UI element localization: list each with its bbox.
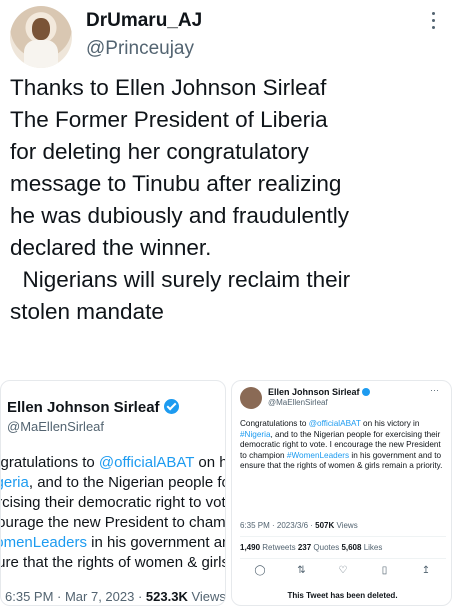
right-shot-avatar xyxy=(240,387,262,409)
left-shot-body: Congratulations to @officialABAT on his … xyxy=(0,453,226,573)
verified-icon xyxy=(163,399,179,414)
left-shot-line: #Nigeria, and to the Nigerian people fo xyxy=(1,474,226,491)
right-shot-body: Congratulations to @officialABAT on his … xyxy=(240,419,446,472)
left-shot-line: Congratulations to @officialABAT on his … xyxy=(0,454,225,471)
left-shot-line: exercising their democratic right to vot… xyxy=(1,494,226,511)
author-name[interactable]: DrUmaru_AJ xyxy=(86,10,202,32)
author-handle[interactable]: @Princeujay xyxy=(86,38,194,60)
right-shot-stats: 1,490 Retweets 237 Quotes 5,608 Likes xyxy=(240,543,383,552)
right-screenshot-image: Ellen Johnson Sirleaf @MaEllenSirleaf ··… xyxy=(231,380,452,606)
left-shot-meta: 6:35 PM · Mar 7, 2023 · 523.3K Views xyxy=(5,589,226,604)
share-icon: ↥ xyxy=(421,565,431,576)
verified-icon xyxy=(361,388,370,396)
reply-icon: ◯ xyxy=(254,565,266,576)
divider xyxy=(240,558,446,559)
left-shot-line: encourage the new President to champio xyxy=(1,514,226,531)
body-link: #WomenLeaders xyxy=(286,450,350,460)
avatar[interactable] xyxy=(10,6,72,68)
right-shot-time: 6:35 PM · 2023/3/6 · 507K Views xyxy=(240,521,358,530)
body-link: #Nigeria xyxy=(240,429,271,439)
right-shot-actions: ◯ ⇅ ♡ ▯ ↥ xyxy=(240,565,446,576)
right-shot-handle: @MaEllenSirleaf xyxy=(268,398,328,407)
bookmark-icon: ▯ xyxy=(381,565,388,576)
divider xyxy=(240,536,446,537)
right-shot-name: Ellen Johnson Sirleaf xyxy=(268,387,370,397)
left-shot-line: ensure that the rights of women & girls … xyxy=(1,554,225,571)
tweet-header: DrUmaru_AJ @Princeujay xyxy=(0,0,455,70)
retweet-icon: ⇅ xyxy=(297,565,306,576)
body-text: on his victory in xyxy=(360,419,420,428)
left-screenshot-image: Ellen Johnson Sirleaf @MaEllenSirleaf Co… xyxy=(0,380,226,606)
left-shot-name: Ellen Johnson Sirleaf xyxy=(7,399,179,416)
body-text: Congratulations to xyxy=(240,419,309,428)
left-shot-line: #WomenLeaders in his government and t xyxy=(1,534,225,551)
avatar-head xyxy=(32,18,50,40)
right-shot-more-icon: ··· xyxy=(430,385,439,395)
body-link: @officialABAT xyxy=(308,419,361,428)
deleted-notice: This Tweet has been deleted. xyxy=(287,591,398,600)
left-shot-handle: @MaEllenSirleaf xyxy=(7,419,105,434)
tweet-text: Thanks to Ellen Johnson Sirleaf The Form… xyxy=(10,75,351,324)
more-options-icon[interactable] xyxy=(428,12,438,34)
like-icon: ♡ xyxy=(338,565,348,576)
avatar-coat xyxy=(24,40,58,68)
